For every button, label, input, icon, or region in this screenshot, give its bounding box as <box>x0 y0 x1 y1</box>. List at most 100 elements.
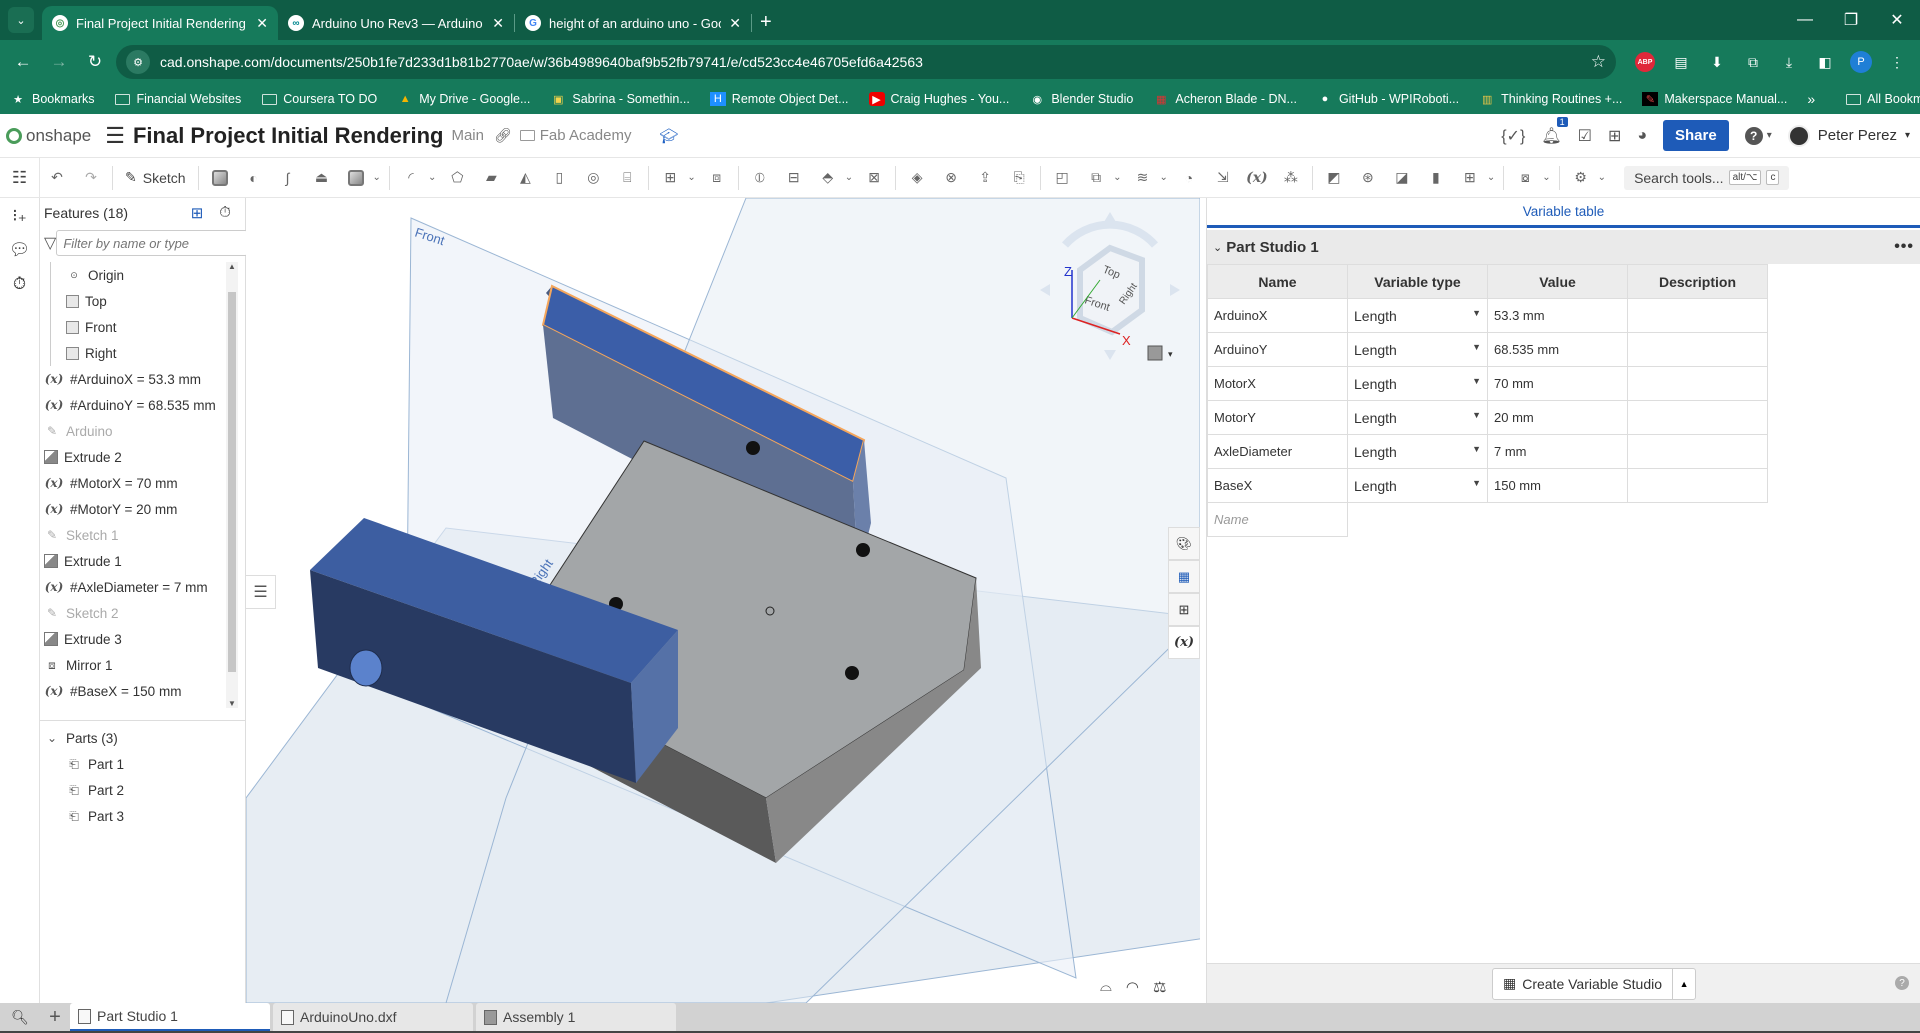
feature-item[interactable]: (x) #MotorX = 70 mm <box>40 470 230 496</box>
variable-description-cell[interactable] <box>1627 332 1768 367</box>
help-icon[interactable]: ? <box>1895 976 1909 990</box>
tab-assembly-1[interactable]: Assembly 1 <box>476 1003 676 1031</box>
chevron-down-icon[interactable]: ⌄ <box>428 172 436 183</box>
link-icon[interactable]: 🔗︎ <box>494 127 512 144</box>
adblock-extension[interactable]: ABP <box>1630 47 1660 77</box>
sketch-button[interactable]: ✎ Sketch <box>117 169 194 186</box>
variable-name-cell[interactable]: AxleDiameter <box>1207 434 1348 469</box>
bom-icon[interactable]: ⊞ <box>1168 593 1200 626</box>
draft-icon[interactable]: ▰ <box>478 165 504 191</box>
extensions-puzzle-icon[interactable]: ⧉ <box>1738 47 1768 77</box>
modify-fillet-icon[interactable]: ◈ <box>904 165 930 191</box>
variable-icon[interactable]: (x) <box>1244 165 1270 191</box>
feature-item[interactable]: Extrude 1 <box>40 548 230 574</box>
delete-part-icon[interactable]: ⊠ <box>861 165 887 191</box>
bookmark-item[interactable]: ▶ Craig Hughes - You... <box>868 92 1009 106</box>
flange-icon[interactable]: ⊛ <box>1355 165 1381 191</box>
chevron-down-icon[interactable]: ⌄ <box>1113 172 1121 183</box>
viewcube[interactable]: Top Front Right Z X ▾ <box>1020 200 1200 380</box>
redo-icon[interactable]: ↷ <box>78 165 104 191</box>
new-tab-button[interactable]: + <box>760 11 772 34</box>
mirror-icon[interactable]: ⧈ <box>704 165 730 191</box>
undo-icon[interactable]: ↶ <box>44 165 70 191</box>
variable-value-cell[interactable]: 7 mm <box>1487 434 1628 469</box>
search-tools-button[interactable]: Search tools... alt/⌥ c <box>1624 165 1790 190</box>
split-icon[interactable]: ⊟ <box>781 165 807 191</box>
mate-connector-icon[interactable]: ⧉ <box>1083 165 1109 191</box>
chevron-down-icon[interactable]: ⌄ <box>1542 172 1550 183</box>
variable-description-cell[interactable] <box>1627 468 1768 503</box>
feature-item[interactable]: ✎ Arduino <box>40 418 230 444</box>
branch-label[interactable]: Main <box>451 127 484 144</box>
variable-name-cell[interactable]: ArduinoY <box>1207 332 1348 367</box>
side-panel-icon[interactable]: ◧ <box>1810 47 1840 77</box>
custom-features-gear-icon[interactable]: ⚙ <box>1568 165 1594 191</box>
fillet-icon[interactable]: ◜ <box>398 165 424 191</box>
browser-tab-onshape[interactable]: ◎ Final Project Initial Rendering | ✕ <box>42 6 278 40</box>
close-tab-icon[interactable]: ✕ <box>256 15 268 32</box>
download-extension-icon[interactable]: ⬇ <box>1702 47 1732 77</box>
insert-element-button[interactable]: + <box>40 1006 70 1029</box>
feature-item[interactable]: Top <box>40 288 230 314</box>
chevron-down-icon[interactable]: ⌄ <box>845 172 853 183</box>
reload-button[interactable]: ↻ <box>80 47 110 77</box>
configurations-icon[interactable]: ⁂ <box>1278 165 1304 191</box>
onshape-logo[interactable]: onshape <box>6 126 91 146</box>
feature-item[interactable]: (x) #BaseX = 150 mm <box>40 678 230 704</box>
rollback-timer-icon[interactable]: ⏱︎ <box>219 204 231 222</box>
history-timer-icon[interactable]: ⏱︎ <box>13 274 26 294</box>
revolve-icon[interactable]: ◐ <box>241 165 267 191</box>
configuration-panel-icon[interactable]: ▦ <box>1168 560 1200 593</box>
feature-list-scrollbar[interactable]: ▲ ▼ <box>226 262 238 708</box>
variable-type-select[interactable]: Length ▼ <box>1347 298 1488 333</box>
user-menu[interactable]: Peter Perez ▾ <box>1787 124 1910 147</box>
rotate-right-arrow[interactable] <box>1170 284 1180 296</box>
app-store-icon[interactable]: ⊞ <box>1608 126 1621 146</box>
loft-icon[interactable]: ⏏ <box>309 165 335 191</box>
boolean-icon[interactable]: ⦶ <box>747 165 773 191</box>
tab-manager-search-icon[interactable]: 🔍︎ <box>0 1009 40 1026</box>
bookmark-item[interactable]: H Remote Object Det... <box>709 92 849 106</box>
variable-description-cell[interactable] <box>1627 400 1768 435</box>
variable-type-select[interactable]: Length ▼ <box>1347 332 1488 367</box>
derived-icon[interactable]: ⇲ <box>1210 165 1236 191</box>
part-item[interactable]: ⎗ Part 1 <box>40 751 246 777</box>
thread-icon[interactable]: ⌸ <box>614 165 640 191</box>
close-tab-icon[interactable]: ✕ <box>492 15 504 32</box>
tasks-icon[interactable]: ☑ <box>1578 126 1592 146</box>
part-item[interactable]: ⎗ Part 3 <box>40 803 246 829</box>
part-studio-header[interactable]: ⌄ Part Studio 1 ••• <box>1207 230 1920 264</box>
bookmark-item[interactable]: ● GitHub - WPIRoboti... <box>1317 92 1460 106</box>
sheet-metal-icon[interactable]: ◩ <box>1321 165 1347 191</box>
variable-type-select[interactable]: Length ▼ <box>1347 366 1488 401</box>
back-button[interactable]: ← <box>8 47 38 77</box>
comments-icon[interactable]: 💬︎ <box>9 240 31 260</box>
bookmark-item[interactable]: ★ Bookmarks <box>10 92 94 106</box>
feature-item[interactable]: Right <box>40 340 230 366</box>
replace-face-icon[interactable]: ⎘ <box>1006 165 1032 191</box>
variable-name-cell[interactable]: BaseX <box>1207 468 1348 503</box>
view-options-chevron-icon[interactable]: ▾ <box>1168 349 1173 359</box>
bookmark-item[interactable]: ▲ My Drive - Google... <box>397 92 531 106</box>
helix-icon[interactable]: ≋ <box>1130 165 1156 191</box>
shell-icon[interactable]: ▯ <box>546 165 572 191</box>
feature-list-collapse-icon[interactable]: ☰ <box>246 575 276 609</box>
tab-icon[interactable]: ◪ <box>1389 165 1415 191</box>
feature-item[interactable]: (x) #ArduinoX = 53.3 mm <box>40 366 230 392</box>
notifications-icon[interactable]: 🔔︎ 1 <box>1541 116 1568 146</box>
variable-description-cell[interactable] <box>1627 366 1768 401</box>
add-folder-icon[interactable]: ⊞ <box>191 204 204 222</box>
bookmark-item[interactable]: ▥ Thinking Routines +... <box>1479 92 1622 106</box>
chevron-down-icon[interactable]: ⌄ <box>373 172 381 183</box>
close-window-icon[interactable]: ✕ <box>1874 10 1920 30</box>
rib-icon[interactable]: ◭ <box>512 165 538 191</box>
bookmark-item[interactable]: Financial Websites <box>115 92 241 106</box>
scrollbar-thumb[interactable] <box>228 292 236 672</box>
pattern-icon[interactable]: ⊞ <box>657 165 683 191</box>
learning-center-icon[interactable]: ◕ <box>1637 127 1647 145</box>
chevron-down-icon[interactable]: ⌄ <box>1598 172 1606 183</box>
document-extension-icon[interactable]: ▤ <box>1666 47 1696 77</box>
site-info-icon[interactable]: ⚙ <box>126 50 150 74</box>
all-bookmarks[interactable]: All Bookmarks <box>1845 92 1920 106</box>
chevron-down-icon[interactable]: ⌄ <box>1160 172 1168 183</box>
